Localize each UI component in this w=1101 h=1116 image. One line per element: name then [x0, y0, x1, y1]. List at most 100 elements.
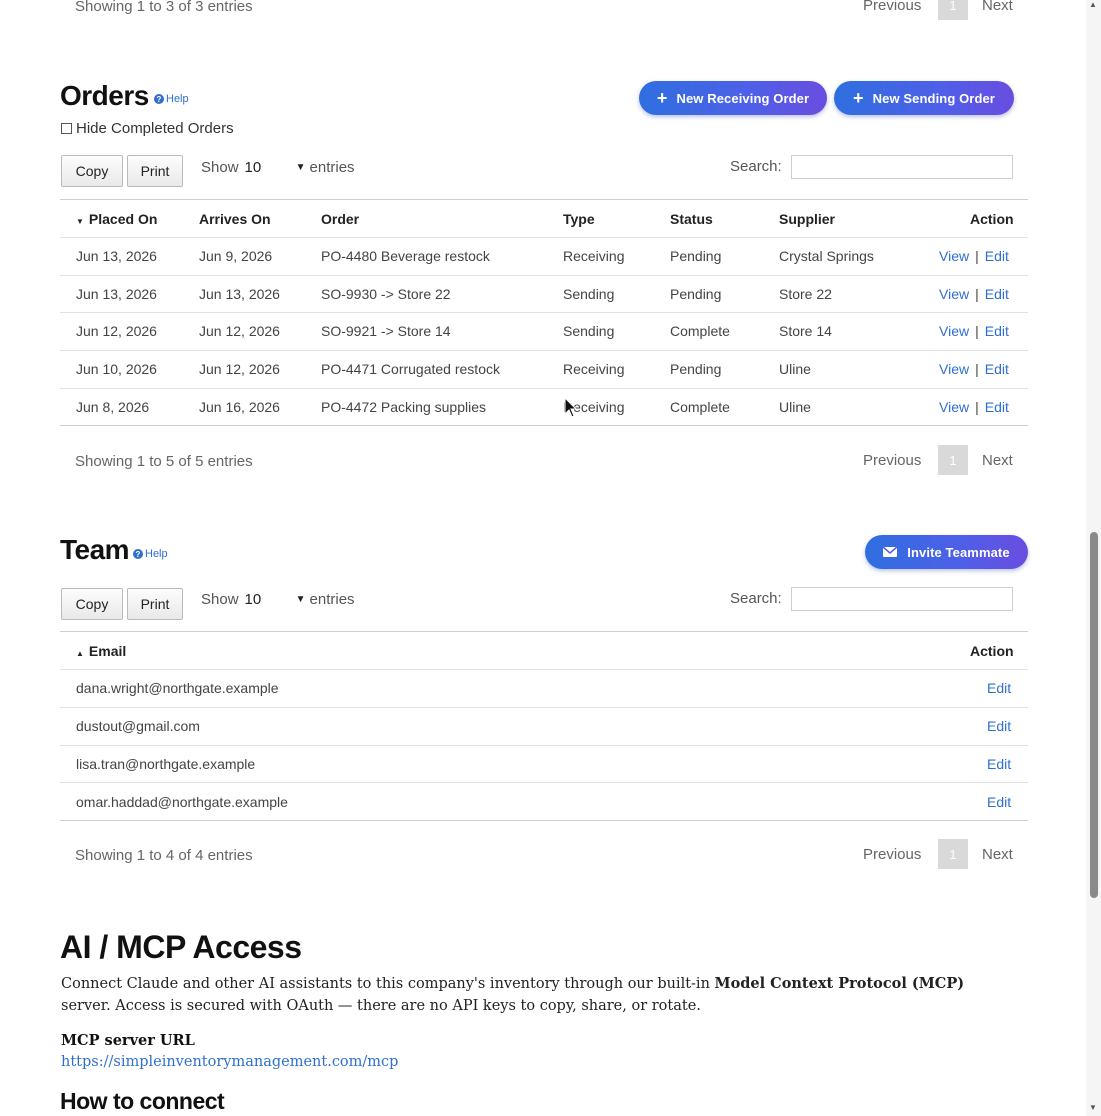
hide-completed-toggle[interactable]: Hide Completed Orders — [61, 120, 234, 137]
order-type: Sending — [563, 286, 615, 302]
mcp-description: Connect Claude and other AI assistants t… — [61, 973, 1001, 1017]
top-previous-button[interactable]: Previous — [863, 0, 921, 14]
order-type: Sending — [563, 323, 615, 339]
order-view-link[interactable]: View — [939, 361, 969, 377]
hide-completed-checkbox[interactable] — [61, 123, 72, 134]
order-placed-on: Jun 13, 2026 — [76, 248, 157, 264]
order-edit-link[interactable]: Edit — [985, 361, 1009, 377]
order-edit-link[interactable]: Edit — [985, 323, 1009, 339]
order-arrives-on: Jun 16, 2026 — [199, 399, 280, 415]
order-placed-on: Jun 13, 2026 — [76, 286, 157, 302]
invite-teammate-label: Invite Teammate — [907, 544, 1010, 560]
team-table-top-border — [60, 631, 1028, 632]
team-member-edit-link[interactable]: Edit — [987, 680, 1011, 696]
orders-col-supplier[interactable]: Supplier — [779, 211, 835, 227]
order-view-link[interactable]: View — [939, 248, 969, 264]
order-status: Pending — [670, 361, 722, 377]
top-page-1-button[interactable]: 1 — [938, 0, 968, 20]
scrollbar-thumb[interactable] — [1090, 532, 1098, 898]
new-sending-order-button[interactable]: + New Sending Order — [834, 81, 1014, 115]
team-member-edit-link[interactable]: Edit — [987, 756, 1011, 772]
new-receiving-order-label: New Receiving Order — [676, 90, 810, 106]
order-actions: View | Edit — [939, 323, 1009, 339]
row-divider — [60, 782, 1028, 783]
order-status: Complete — [670, 399, 730, 415]
team-search-input[interactable] — [791, 587, 1013, 611]
order-supplier: Uline — [779, 399, 811, 415]
team-copy-button[interactable]: Copy — [61, 588, 123, 620]
order-status: Pending — [670, 248, 722, 264]
orders-length-select[interactable]: 10 ▼ — [245, 159, 306, 176]
plus-icon: + — [656, 88, 668, 108]
new-receiving-order-button[interactable]: + New Receiving Order — [639, 81, 827, 115]
team-length-control: Show 10 ▼ entries — [201, 591, 355, 608]
mcp-description-bold: Model Context Protocol (MCP) — [714, 975, 965, 992]
team-member-edit-link[interactable]: Edit — [987, 718, 1011, 734]
orders-col-type[interactable]: Type — [563, 211, 595, 227]
orders-col-arrives-on[interactable]: Arrives On — [199, 211, 271, 227]
order-arrives-on: Jun 13, 2026 — [199, 286, 280, 302]
mcp-server-url-label: MCP server URL — [61, 1032, 195, 1049]
team-length-select[interactable]: 10 ▼ — [245, 591, 306, 608]
order-name: SO-9930 -> Store 22 — [321, 286, 451, 302]
team-table-bottom-border — [60, 820, 1028, 821]
orders-col-placed-on-label: Placed On — [88, 211, 158, 227]
order-placed-on: Jun 12, 2026 — [76, 323, 157, 339]
mcp-access-title: AI / MCP Access — [60, 929, 302, 965]
orders-title: Orders — [60, 80, 149, 111]
scroll-down-arrow-icon[interactable]: ▼ — [1089, 1103, 1097, 1112]
team-col-email[interactable]: ▲ Email — [76, 643, 126, 659]
order-view-link[interactable]: View — [939, 286, 969, 302]
sort-asc-icon: ▲ — [76, 649, 84, 658]
order-placed-on: Jun 8, 2026 — [76, 399, 150, 415]
team-member-edit-link[interactable]: Edit — [987, 794, 1011, 810]
order-edit-link[interactable]: Edit — [985, 286, 1009, 302]
top-next-button[interactable]: Next — [982, 0, 1013, 14]
team-col-action: Action — [970, 643, 1014, 659]
help-icon: ? — [133, 549, 143, 559]
orders-col-order[interactable]: Order — [321, 211, 359, 227]
sort-desc-icon: ▼ — [76, 217, 84, 226]
team-member-email: dana.wright@northgate.example — [76, 680, 279, 696]
team-print-button[interactable]: Print — [127, 588, 183, 620]
order-arrives-on: Jun 12, 2026 — [199, 361, 280, 377]
invite-teammate-button[interactable]: Invite Teammate — [865, 535, 1028, 569]
new-sending-order-label: New Sending Order — [872, 90, 995, 106]
orders-help-link[interactable]: ? Help — [154, 93, 189, 105]
order-view-link[interactable]: View — [939, 323, 969, 339]
order-arrives-on: Jun 12, 2026 — [199, 323, 280, 339]
orders-page-1-button[interactable]: 1 — [938, 445, 968, 475]
order-type: Receiving — [563, 361, 625, 377]
team-show-label: Show — [201, 591, 239, 608]
team-search-label: Search: — [730, 590, 782, 607]
orders-search-input[interactable] — [791, 155, 1013, 179]
team-header-divider — [60, 669, 1028, 670]
orders-col-placed-on[interactable]: ▼ Placed On — [76, 211, 157, 227]
team-page-1-button[interactable]: 1 — [938, 839, 968, 869]
team-help-link[interactable]: ? Help — [133, 548, 168, 560]
orders-table-info: Showing 1 to 5 of 5 entries — [75, 453, 253, 470]
order-supplier: Store 22 — [779, 286, 832, 302]
chevron-down-icon: ▼ — [295, 162, 306, 173]
mcp-server-url-link[interactable]: https://simpleinventorymanagement.com/mc… — [61, 1054, 398, 1070]
orders-copy-button[interactable]: Copy — [61, 155, 123, 187]
order-edit-link[interactable]: Edit — [985, 248, 1009, 264]
orders-next-button[interactable]: Next — [982, 452, 1013, 469]
mcp-description-part1: Connect Claude and other AI assistants t… — [61, 976, 715, 992]
orders-show-label: Show — [201, 159, 239, 176]
orders-col-status[interactable]: Status — [670, 211, 713, 227]
team-member-email: dustout@gmail.com — [76, 718, 200, 734]
page-scrollbar[interactable]: ▲ ▼ — [1086, 0, 1101, 1116]
order-edit-link[interactable]: Edit — [985, 399, 1009, 415]
team-previous-button[interactable]: Previous — [863, 846, 921, 863]
team-length-value: 10 — [244, 591, 262, 608]
orders-print-button[interactable]: Print — [127, 155, 183, 187]
order-view-link[interactable]: View — [939, 399, 969, 415]
mcp-description-part2: server. Access is secured with OAuth — t… — [61, 998, 701, 1014]
orders-previous-button[interactable]: Previous — [863, 452, 921, 469]
order-name: PO-4471 Corrugated restock — [321, 361, 500, 377]
scroll-up-arrow-icon[interactable]: ▲ — [1089, 0, 1097, 9]
team-next-button[interactable]: Next — [982, 846, 1013, 863]
team-entries-label: entries — [309, 591, 355, 608]
team-member-email: lisa.tran@northgate.example — [76, 756, 256, 772]
